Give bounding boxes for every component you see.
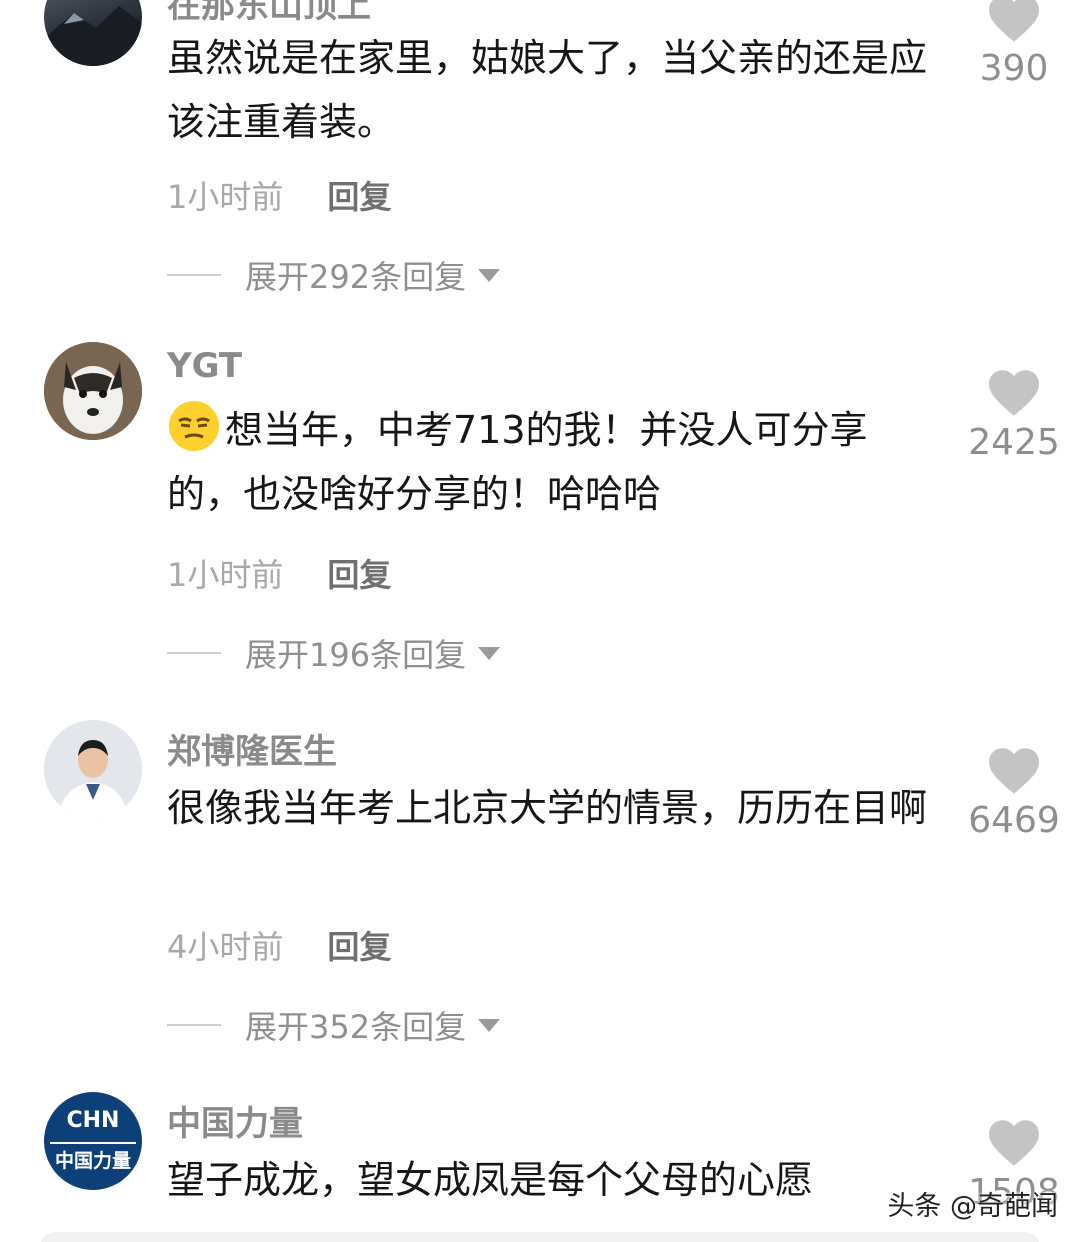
avatar-logo-text: CHN	[66, 1108, 120, 1133]
comment-username[interactable]: 在那东山顶上	[167, 0, 371, 27]
comment-time: 4小时前	[167, 928, 284, 966]
avatar[interactable]	[44, 0, 142, 66]
comment-username[interactable]: 郑博隆医生	[167, 724, 337, 773]
comment-username[interactable]: 中国力量	[167, 1096, 303, 1145]
comment-list: 在那东山顶上 虽然说是在家里，姑娘大了，当父亲的还是应该注重着装。 1小时前 回复…	[0, 0, 1080, 1242]
expand-replies-button[interactable]: 展开292条回复	[167, 252, 501, 298]
comment-text-body: 想当年，中考713的我！并没人可分享的，也没啥好分享的！哈哈哈	[167, 408, 868, 516]
dog-photo-icon	[44, 342, 142, 440]
comment-meta: 1小时前 回复	[167, 172, 391, 218]
caret-down-icon	[478, 268, 501, 282]
avatar[interactable]	[44, 720, 142, 818]
heart-icon	[989, 0, 1039, 42]
expand-replies-label: 展开352条回复	[245, 1008, 467, 1046]
comment-text: 虽然说是在家里，姑娘大了，当父亲的还是应该注重着装。	[167, 36, 928, 144]
like-count: 390	[979, 48, 1049, 89]
like-count: 6469	[968, 800, 1060, 841]
avatar[interactable]: CHN 中国力量	[44, 1092, 142, 1190]
comment-username[interactable]: YGT	[167, 346, 242, 386]
comment-time: 1小时前	[167, 556, 284, 594]
doctor-photo-icon	[44, 720, 142, 818]
expand-replies-label: 展开196条回复	[245, 636, 467, 674]
like-count: 2425	[968, 422, 1060, 463]
smirk-emoji-icon	[169, 401, 219, 451]
mountain-photo-icon	[44, 6, 142, 66]
avatar[interactable]	[44, 342, 142, 440]
expand-replies-button[interactable]: 展开196条回复	[167, 630, 501, 676]
reply-button[interactable]: 回复	[327, 178, 391, 216]
heart-icon	[989, 1120, 1039, 1166]
comment-time: 1小时前	[167, 178, 284, 216]
reply-button[interactable]: 回复	[327, 928, 391, 966]
avatar-logo-subtext: 中国力量	[54, 1150, 131, 1172]
comment-input-bar[interactable]	[40, 1232, 1040, 1242]
like-button[interactable]: 6469	[960, 746, 1068, 841]
like-button[interactable]: 1508	[960, 1118, 1068, 1242]
caret-down-icon	[478, 1018, 501, 1032]
divider-line	[167, 274, 221, 276]
comment-text: 望子成龙，望女成凤是每个父母的心愿	[167, 1158, 814, 1202]
comment-text: 很像我当年考上北京大学的情景，历历在目啊	[167, 786, 928, 830]
comment-meta: 4小时前 回复	[167, 922, 391, 968]
expand-replies-button[interactable]: 展开352条回复	[167, 1002, 501, 1048]
heart-icon	[989, 748, 1039, 794]
watermark: 头条 @奇葩闻	[887, 1191, 1058, 1222]
divider-line	[167, 652, 221, 654]
comment-text: 想当年，中考713的我！并没人可分享的，也没啥好分享的！哈哈哈	[167, 398, 937, 526]
divider-line	[167, 1024, 221, 1026]
heart-icon	[989, 370, 1039, 416]
avatar-logo-divider	[50, 1142, 136, 1144]
caret-down-icon	[478, 646, 501, 660]
expand-replies-label: 展开292条回复	[245, 258, 467, 296]
like-button[interactable]: 390	[960, 0, 1068, 89]
comment-meta: 1小时前 回复	[167, 550, 391, 596]
reply-button[interactable]: 回复	[327, 556, 391, 594]
like-button[interactable]: 2425	[960, 368, 1068, 463]
